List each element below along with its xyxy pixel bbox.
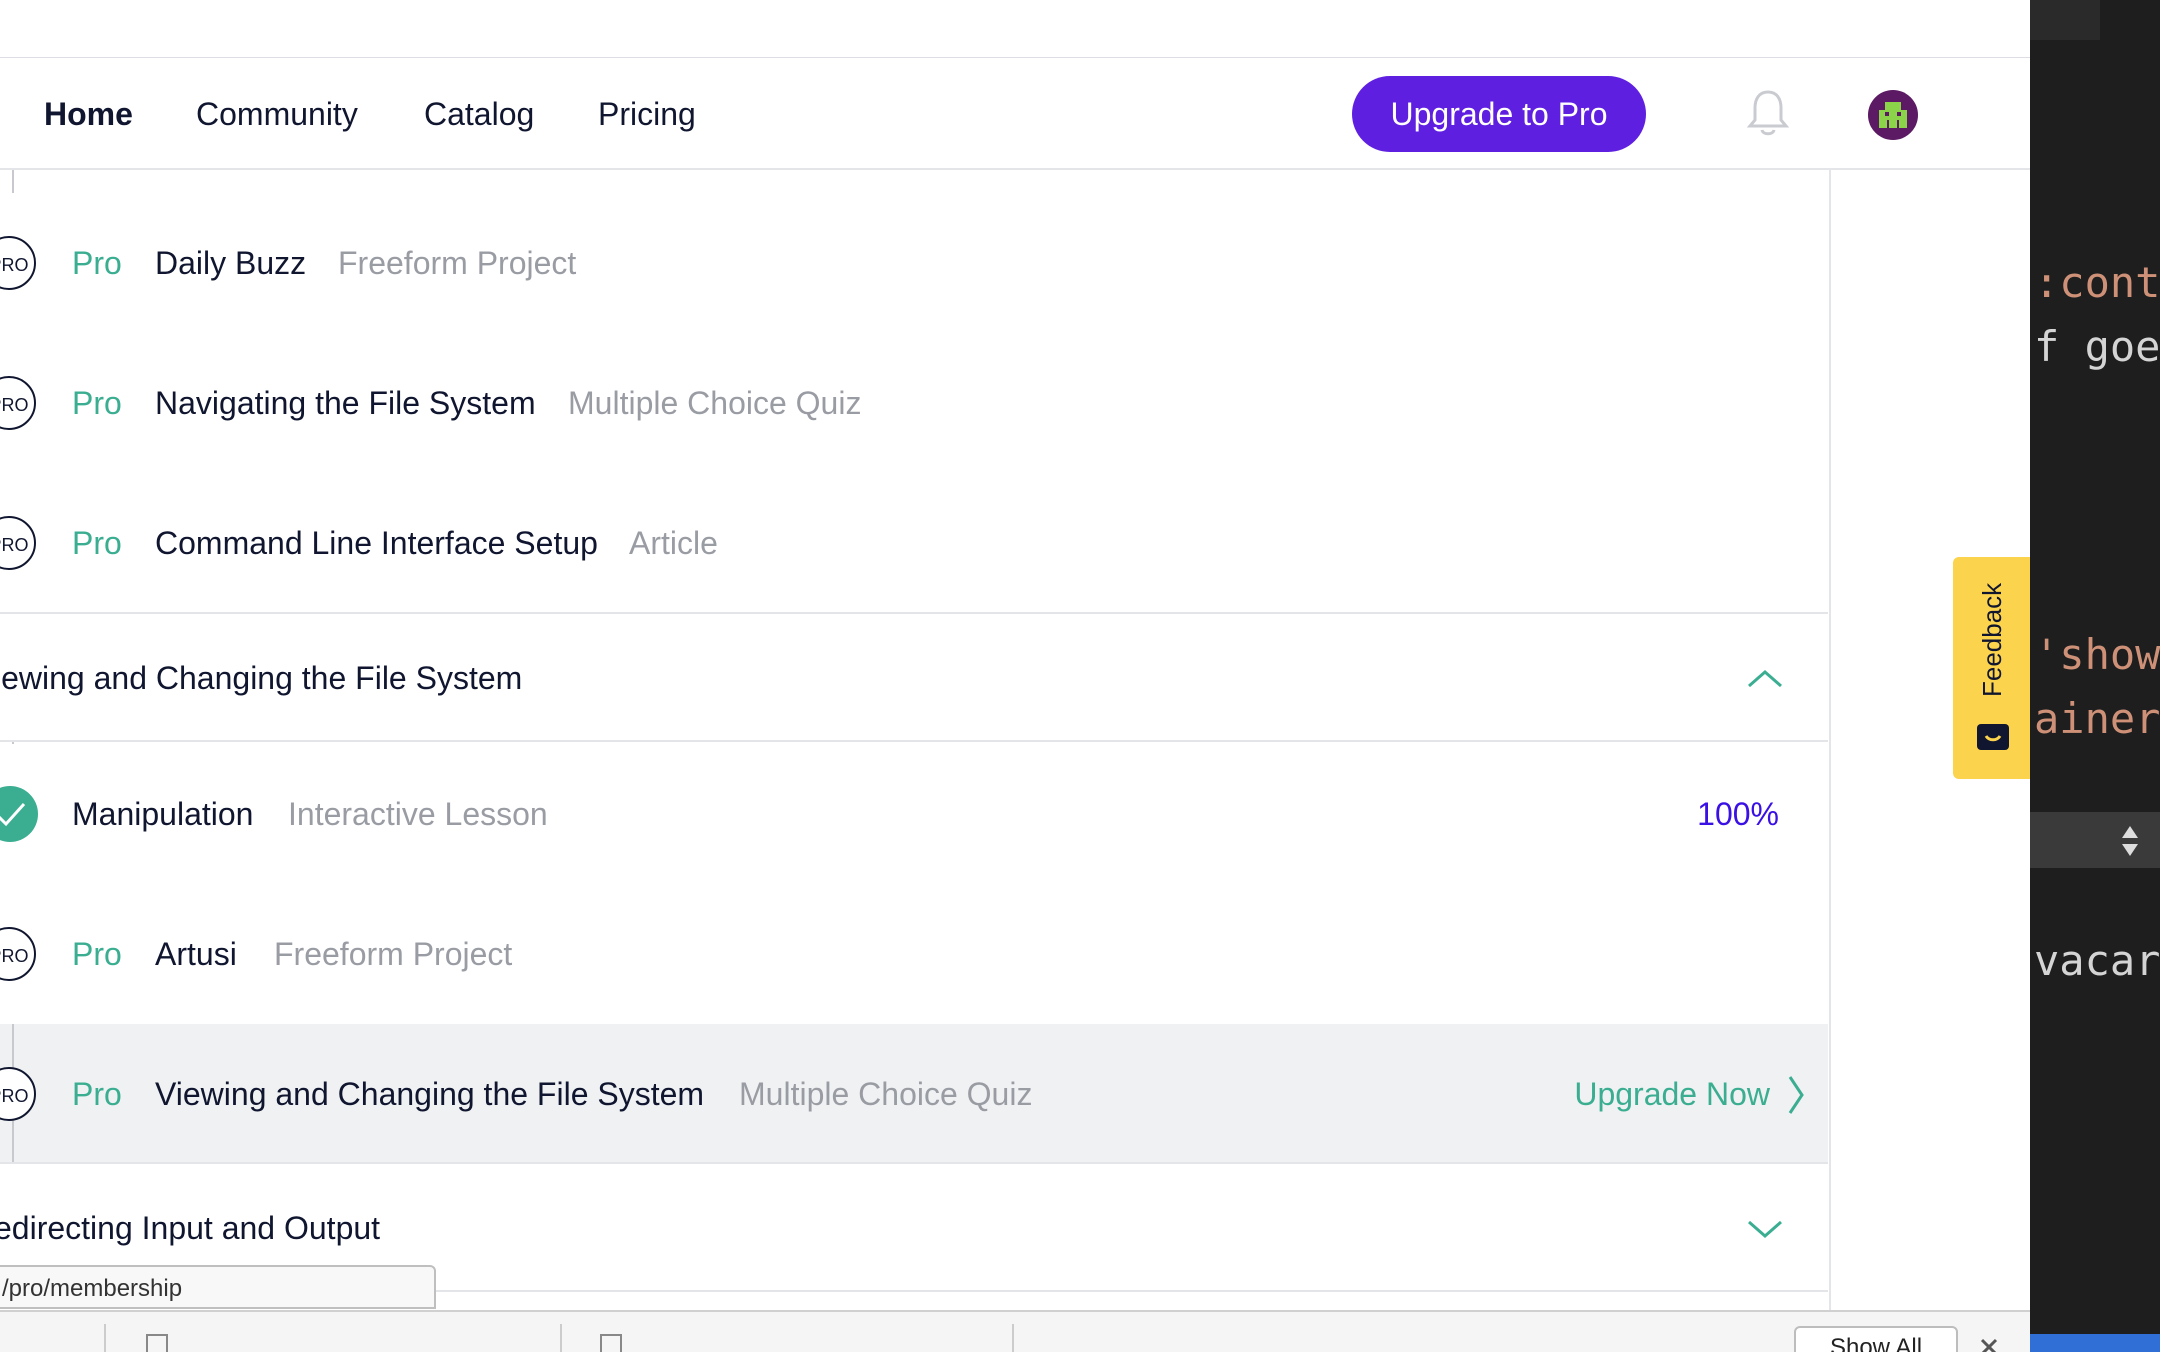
code-line: 'showc <box>2034 630 2160 679</box>
code-line: vacara <box>2034 936 2160 985</box>
item-title: Command Line Interface Setup <box>155 525 598 561</box>
item-title: Manipulation <box>72 796 254 832</box>
list-item[interactable]: PRO Pro Daily Buzz Freeform Project <box>0 193 1828 333</box>
code-line: :conta <box>2034 258 2160 307</box>
nav-home[interactable]: Home <box>44 94 133 134</box>
item-type: Multiple Choice Quiz <box>739 1076 1033 1112</box>
nav-catalog[interactable]: Catalog <box>424 94 534 134</box>
feedback-tab[interactable]: Feedback <box>1953 557 2030 779</box>
status-url-tooltip: /pro/membership <box>0 1265 436 1309</box>
section-header[interactable]: iewing and Changing the File System <box>0 612 1828 742</box>
code-line: f goes <box>2034 322 2160 371</box>
feedback-label: Feedback <box>1977 582 2007 697</box>
divider <box>1012 1324 1014 1352</box>
svg-text:Feedback: Feedback <box>1977 582 2007 697</box>
web-app: Home Community Catalog Pricing Upgrade t… <box>0 0 2030 1352</box>
top-navigation: Home Community Catalog Pricing Upgrade t… <box>0 58 2030 170</box>
item-title: Viewing and Changing the File System <box>155 1076 705 1112</box>
editor-tab[interactable] <box>2030 0 2100 40</box>
list-item[interactable]: Manipulation Interactive Lesson 100% <box>0 744 1828 884</box>
pro-badge: PRO <box>0 376 36 430</box>
code-line: ainer <box>2034 694 2160 743</box>
pro-label: Pro <box>72 525 122 561</box>
file-icon[interactable] <box>600 1334 622 1352</box>
list-item[interactable]: PRO Pro Command Line Interface Setup Art… <box>0 473 1828 613</box>
upgrade-now-link[interactable]: Upgrade Now <box>1574 1074 1770 1114</box>
pro-label: Pro <box>72 245 122 281</box>
item-type: Multiple Choice Quiz <box>568 385 862 421</box>
upgrade-to-pro-button[interactable]: Upgrade to Pro <box>1352 76 1646 152</box>
pro-label: Pro <box>72 385 122 421</box>
editor-status-bar <box>2030 1334 2160 1352</box>
select-arrows-icon <box>2122 826 2138 856</box>
chevron-down-icon[interactable] <box>1746 1218 1784 1240</box>
item-type: Interactive Lesson <box>288 796 548 832</box>
file-icon[interactable] <box>146 1334 168 1352</box>
section-title: edirecting Input and Output <box>0 1210 381 1246</box>
list-item[interactable]: PRO Pro Navigating the File System Multi… <box>0 333 1828 473</box>
chevron-up-icon[interactable] <box>1746 668 1784 690</box>
item-type: Freeform Project <box>338 245 577 281</box>
avatar[interactable] <box>1868 90 1918 140</box>
item-title: Daily Buzz <box>155 245 307 281</box>
chat-icon <box>1977 724 2009 750</box>
chevron-right-icon[interactable] <box>1786 1074 1806 1116</box>
editor-select[interactable] <box>2030 812 2160 868</box>
bell-icon[interactable] <box>1746 88 1790 138</box>
nav-community[interactable]: Community <box>196 94 358 134</box>
pro-badge: PRO <box>0 1067 36 1121</box>
close-icon[interactable] <box>1980 1338 1998 1352</box>
progress-percent: 100% <box>1697 796 1779 832</box>
item-title: Artusi <box>155 936 237 972</box>
item-title: Navigating the File System <box>155 385 536 421</box>
download-bar: Show All <box>0 1310 2030 1352</box>
show-all-button[interactable]: Show All <box>1794 1326 1958 1352</box>
pro-label: Pro <box>72 936 122 972</box>
divider <box>104 1324 106 1352</box>
pro-badge: PRO <box>0 516 36 570</box>
pro-badge: PRO <box>0 927 36 981</box>
list-item[interactable]: PRO Pro Viewing and Changing the File Sy… <box>0 1024 1828 1164</box>
item-type: Freeform Project <box>274 936 513 972</box>
divider <box>560 1324 562 1352</box>
item-type: Article <box>629 525 718 561</box>
list-item[interactable]: PRO Pro Artusi Freeform Project <box>0 884 1828 1024</box>
pro-label: Pro <box>72 1076 122 1112</box>
code-editor-window: :conta f goes 'showc ainer vacara <box>2030 0 2160 1352</box>
nav-pricing[interactable]: Pricing <box>598 94 696 134</box>
pro-badge: PRO <box>0 236 36 290</box>
section-title: iewing and Changing the File System <box>0 660 523 696</box>
browser-top-strip <box>0 0 2030 59</box>
check-icon <box>0 786 38 842</box>
